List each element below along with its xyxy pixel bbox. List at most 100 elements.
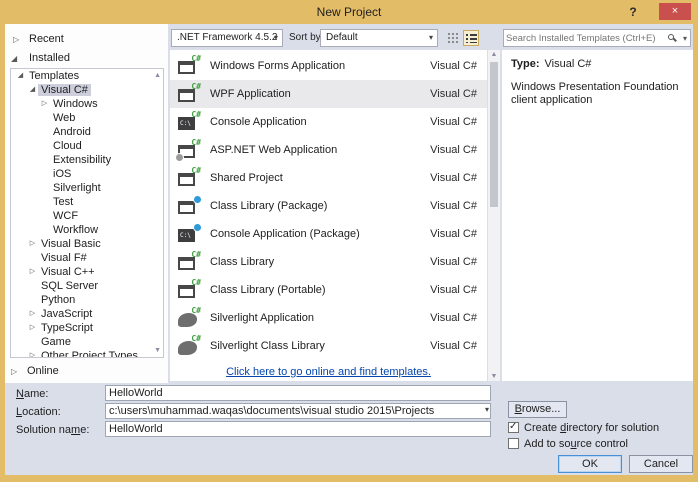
tree-item-cloud[interactable]: Cloud: [11, 139, 163, 153]
tree-item-visual-c[interactable]: ▷ Visual C++: [11, 265, 163, 279]
solution-name-input[interactable]: [105, 421, 491, 437]
template-name: Console Application (Package): [210, 228, 360, 240]
close-button[interactable]: ×: [659, 3, 691, 20]
tree-item-label: Android: [53, 126, 91, 138]
tree-item-label: Other Project Types: [41, 350, 139, 358]
name-input[interactable]: [105, 385, 491, 401]
console-app-icon: C#: [177, 110, 201, 132]
templates-tree: ▲ ▼ ◢ Templates ◢ Visual C# ▷ Windows Web Andro…: [10, 68, 164, 358]
ok-button[interactable]: OK: [558, 455, 622, 473]
nav-item-label: Online: [27, 365, 59, 377]
template-description: Windows Presentation Foundation client a…: [511, 81, 679, 106]
browse-button[interactable]: Browse...: [508, 401, 567, 418]
tree-item-label: Web: [53, 112, 76, 124]
expanded-arrow-icon[interactable]: ◢: [11, 51, 17, 66]
online-templates-link[interactable]: Click here to go online and find templat…: [170, 366, 487, 378]
new-project-dialog: New Project ? × ▷ Recent ◢ Installed ▲ ▼…: [0, 0, 698, 482]
tree-item-workflow[interactable]: Workflow: [11, 223, 163, 237]
nav-item-online[interactable]: ▷ Online: [5, 364, 168, 379]
template-item-silverlight-class-library[interactable]: C# Silverlight Class Library Visual C#: [170, 332, 487, 360]
tree-item-wcf[interactable]: WCF: [11, 209, 163, 223]
search-dropdown-icon[interactable]: ▾: [683, 31, 687, 47]
search-input[interactable]: [506, 31, 661, 45]
search-icon[interactable]: [668, 34, 674, 40]
collapsed-arrow-icon[interactable]: ▷: [27, 307, 38, 321]
tree-item-windows[interactable]: ▷ Windows: [11, 97, 163, 111]
list-view-button[interactable]: [463, 30, 479, 46]
nav-item-installed[interactable]: ◢ Installed: [5, 51, 168, 66]
expanded-arrow-icon[interactable]: ◢: [27, 83, 38, 97]
cancel-button[interactable]: Cancel: [629, 455, 693, 473]
tree-item-visual-basic[interactable]: ▷ Visual Basic: [11, 237, 163, 251]
template-item-class-library-package[interactable]: C# Class Library (Package) Visual C#: [170, 192, 487, 220]
tree-item-extensibility[interactable]: Extensibility: [11, 153, 163, 167]
template-item-class-library[interactable]: C# Class Library Visual C#: [170, 248, 487, 276]
template-item-silverlight-application[interactable]: C# Silverlight Application Visual C#: [170, 304, 487, 332]
tree-item-label: Test: [53, 196, 74, 208]
scrollbar-thumb[interactable]: [490, 62, 498, 207]
location-dropdown-icon[interactable]: ▾: [485, 405, 489, 414]
location-input[interactable]: [105, 403, 491, 419]
expanded-arrow-icon[interactable]: ◢: [15, 69, 26, 83]
tree-item-game[interactable]: Game: [11, 335, 163, 349]
framework-value: .NET Framework 4.5.2: [177, 32, 278, 43]
collapsed-arrow-icon[interactable]: ▷: [27, 265, 38, 279]
tree-item-silverlight[interactable]: Silverlight: [11, 181, 163, 195]
collapsed-arrow-icon[interactable]: ▷: [13, 32, 19, 47]
chevron-down-icon: ▾: [428, 33, 433, 42]
collapsed-arrow-icon[interactable]: ▷: [11, 364, 17, 379]
silverlight-class-library-icon: C#: [177, 334, 201, 356]
template-language: Visual C#: [430, 144, 477, 156]
tree-item-ios[interactable]: iOS: [11, 167, 163, 181]
search-box: ▾: [503, 29, 691, 47]
silverlight-app-icon: C#: [177, 306, 201, 328]
collapsed-arrow-icon[interactable]: ▷: [27, 237, 38, 251]
type-label: Type:: [511, 58, 540, 70]
template-item-wpf-application[interactable]: C# WPF Application Visual C#: [170, 80, 487, 108]
framework-dropdown[interactable]: .NET Framework 4.5.2 ▾: [171, 29, 283, 47]
tree-item-test[interactable]: Test: [11, 195, 163, 209]
template-language: Visual C#: [430, 88, 477, 100]
template-item-console-application-package[interactable]: C# Console Application (Package) Visual C#: [170, 220, 487, 248]
tree-item-typescript[interactable]: ▷ TypeScript: [11, 321, 163, 335]
template-language: Visual C#: [430, 116, 477, 128]
tree-item-visual-f[interactable]: Visual F#: [11, 251, 163, 265]
tree-item-javascript[interactable]: ▷ JavaScript: [11, 307, 163, 321]
help-button[interactable]: ?: [624, 3, 642, 21]
scroll-up-icon[interactable]: ▲: [488, 51, 500, 58]
template-item-class-library-portable[interactable]: C# Class Library (Portable) Visual C#: [170, 276, 487, 304]
nav-item-recent[interactable]: ▷ Recent: [5, 32, 168, 47]
add-source-control-checkbox[interactable]: Add to source control: [508, 438, 628, 450]
create-directory-checkbox[interactable]: Create directory for solution: [508, 421, 659, 434]
left-nav-panel: ▷ Recent ◢ Installed ▲ ▼ ◢ Templates ◢ Visu…: [5, 24, 168, 383]
template-name: WPF Application: [210, 88, 291, 100]
list-scrollbar[interactable]: ▲ ▼: [488, 50, 500, 381]
template-item-shared-project[interactable]: C# Shared Project Visual C#: [170, 164, 487, 192]
checkbox-checked-icon[interactable]: [508, 421, 519, 433]
checkbox-unchecked-icon[interactable]: [508, 438, 519, 449]
class-library-package-icon: C#: [177, 195, 202, 216]
tree-item-templates[interactable]: ◢ Templates: [11, 69, 163, 83]
tree-item-label: TypeScript: [41, 322, 93, 334]
template-name: Silverlight Class Library: [210, 340, 325, 352]
tree-item-web[interactable]: Web: [11, 111, 163, 125]
template-item-console-application[interactable]: C# Console Application Visual C#: [170, 108, 487, 136]
small-icons-view-button[interactable]: [445, 30, 461, 46]
tree-item-python[interactable]: Python: [11, 293, 163, 307]
tree-item-label: Python: [41, 294, 76, 306]
sort-by-label: Sort by:: [289, 32, 324, 43]
shared-project-icon: C#: [177, 166, 201, 188]
title-bar[interactable]: New Project ? ×: [0, 0, 698, 24]
tree-item-sql-server[interactable]: SQL Server: [11, 279, 163, 293]
sort-dropdown[interactable]: Default ▾: [320, 29, 438, 47]
collapsed-arrow-icon[interactable]: ▷: [27, 349, 38, 357]
scroll-down-icon[interactable]: ▼: [488, 373, 500, 380]
tree-item-android[interactable]: Android: [11, 125, 163, 139]
collapsed-arrow-icon[interactable]: ▷: [39, 97, 50, 111]
tree-item-label: Visual F#: [41, 252, 87, 264]
collapsed-arrow-icon[interactable]: ▷: [27, 321, 38, 335]
template-item-asp-net-web-application[interactable]: C# ASP.NET Web Application Visual C#: [170, 136, 487, 164]
tree-item-other-project-types[interactable]: ▷ Other Project Types: [11, 349, 163, 358]
tree-item-visual-c[interactable]: ◢ Visual C#: [11, 83, 163, 97]
template-item-windows-forms-application[interactable]: C# Windows Forms Application Visual C#: [170, 52, 487, 80]
